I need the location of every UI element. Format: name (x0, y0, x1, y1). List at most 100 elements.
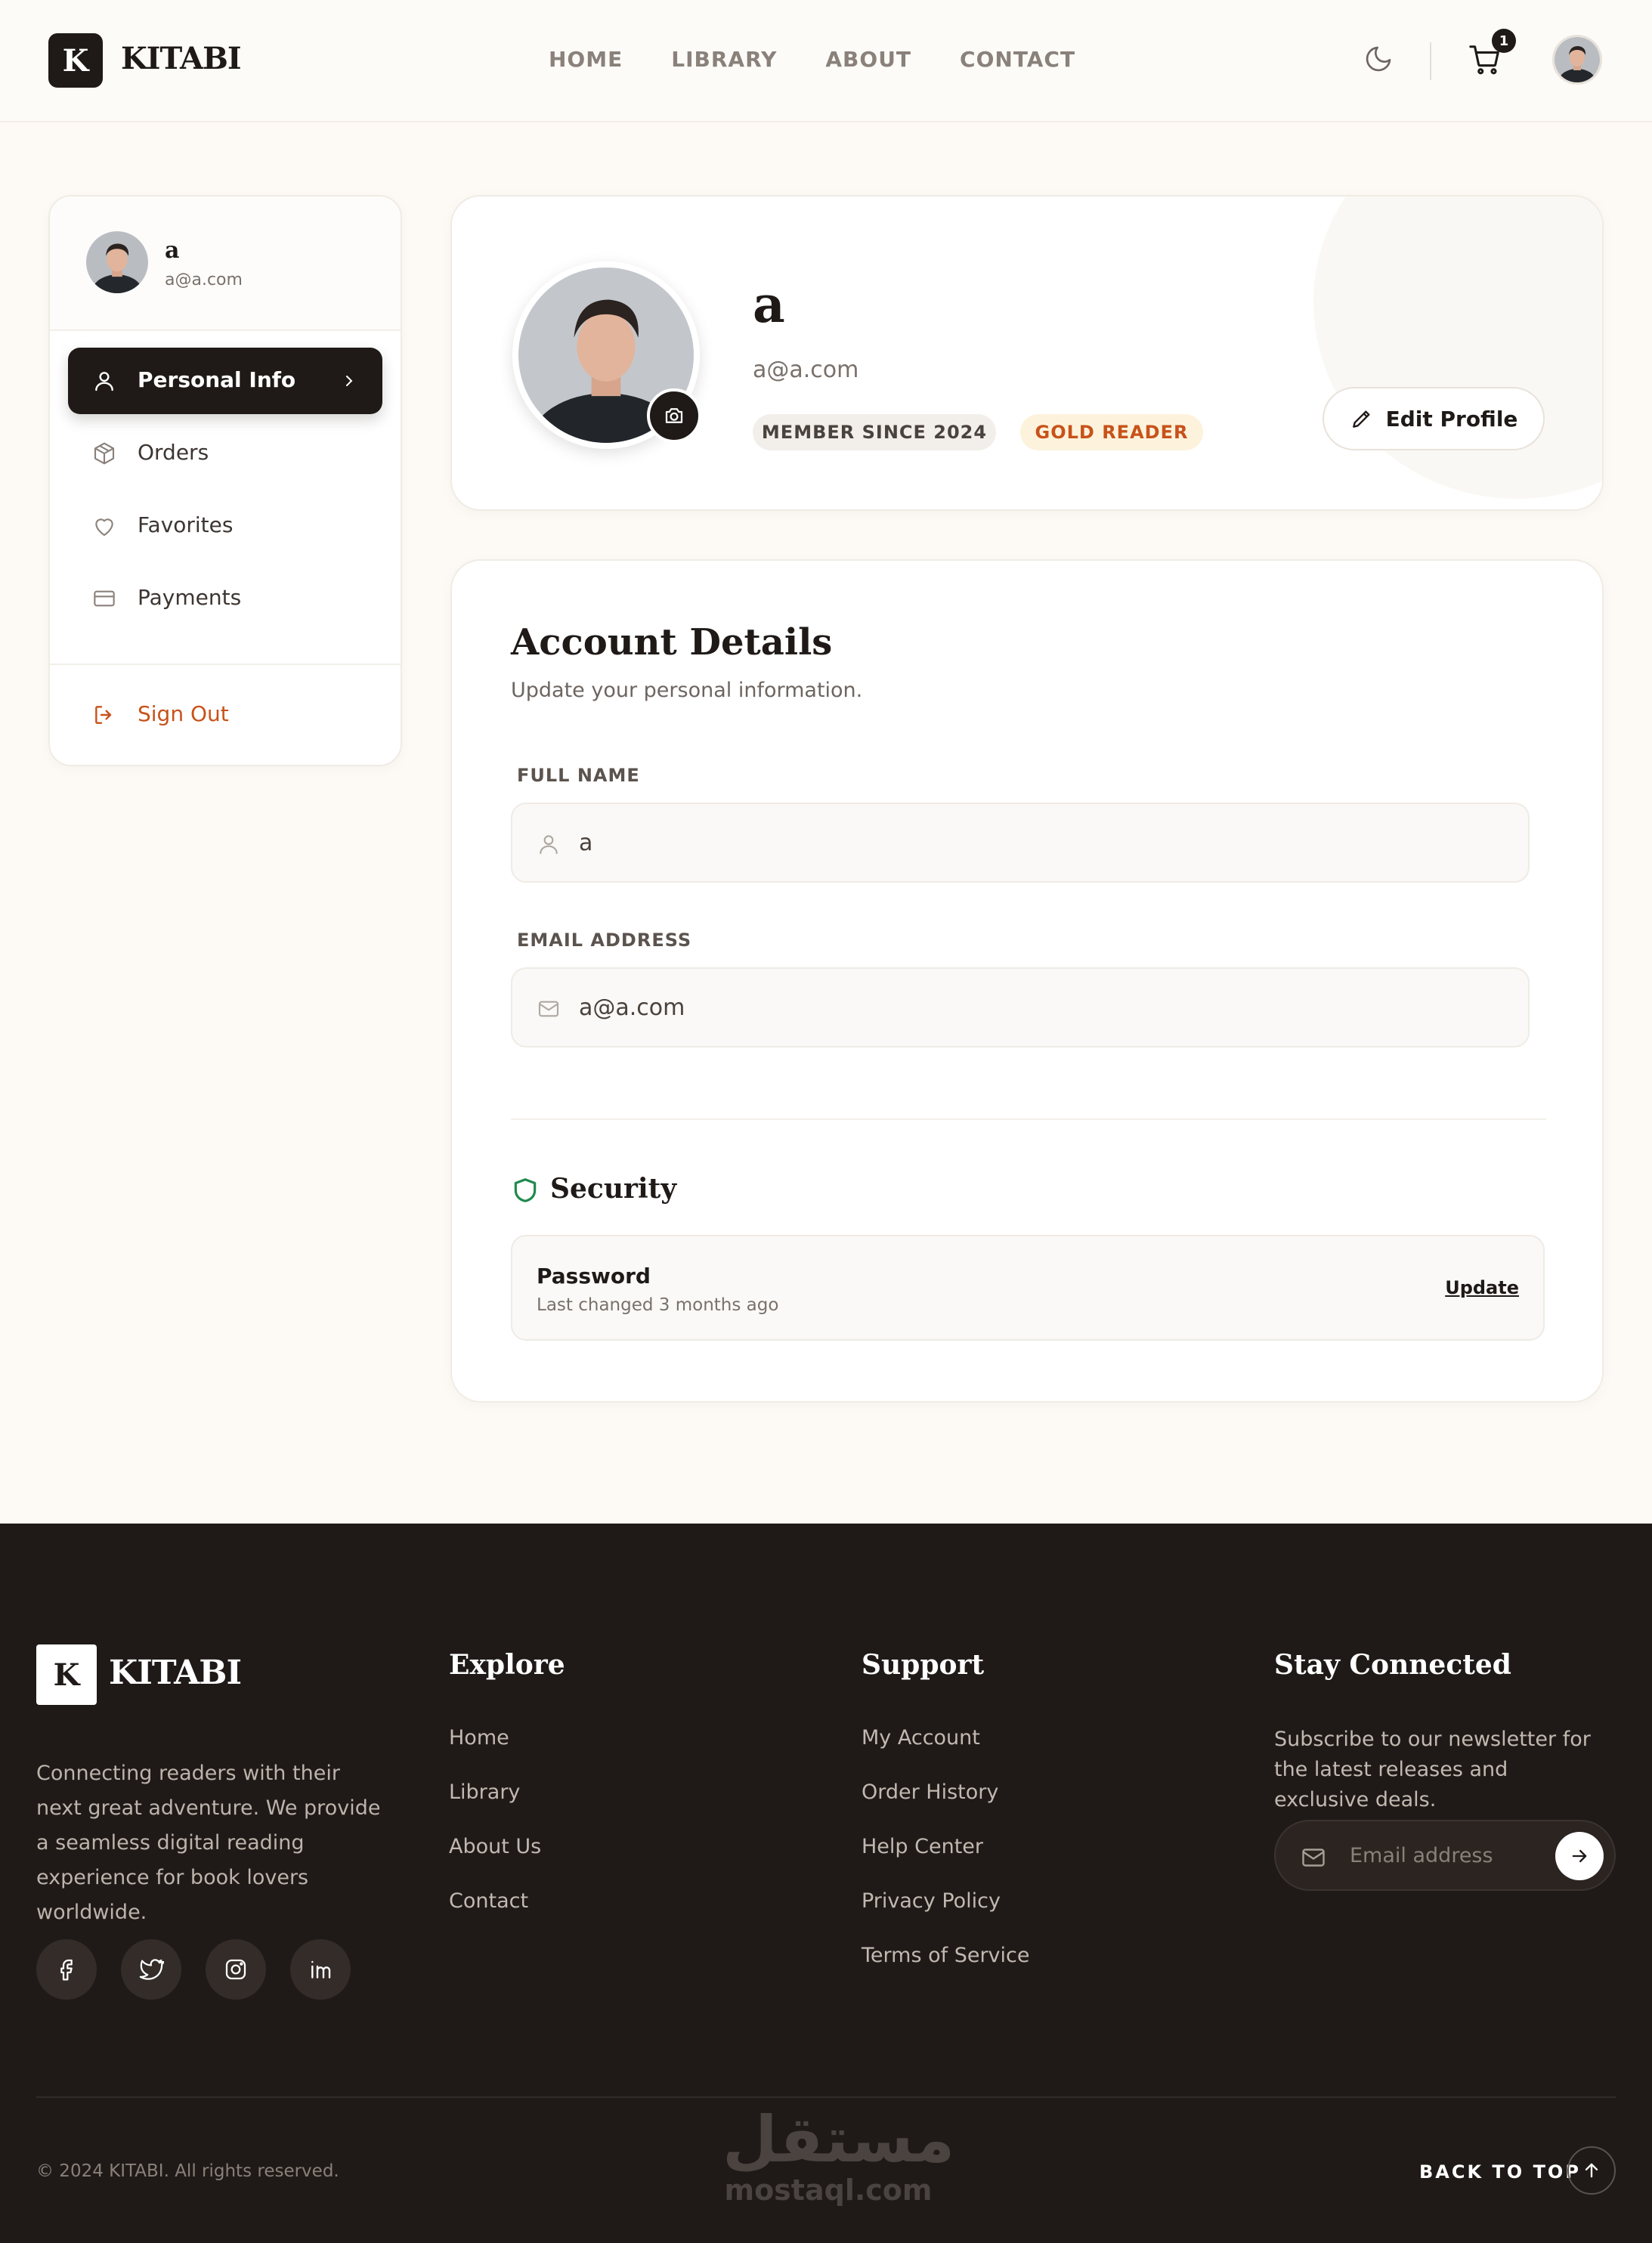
footer-logo-mark[interactable]: K (36, 1644, 97, 1705)
twitter-icon (139, 1959, 164, 1980)
footer-link-library[interactable]: Library (449, 1780, 520, 1804)
sidebar-avatar (86, 231, 148, 293)
sidebar-divider (50, 664, 401, 665)
arrow-right-icon (1572, 1849, 1587, 1863)
logout-icon (95, 706, 112, 724)
arrow-up-icon (1585, 2163, 1598, 2178)
password-title: Password (537, 1264, 651, 1289)
watermark-arabic: مستقل (722, 2102, 955, 2176)
user-icon (540, 835, 558, 855)
footer-link-terms[interactable]: Terms of Service (862, 1944, 1030, 1967)
sidebar-user-summary: a a@a.com (50, 196, 401, 331)
back-to-top-label[interactable]: BACK TO TOP (1419, 2161, 1581, 2183)
nav-contact[interactable]: CONTACT (960, 47, 1075, 72)
sidebar-user-name: a (165, 237, 180, 264)
newsletter-text: Subscribe to our newsletter for the late… (1274, 1728, 1591, 1811)
edit-profile-button[interactable]: Edit Profile (1323, 387, 1545, 450)
copyright-text: © 2024 KITABI. All rights reserved. (36, 2161, 339, 2181)
email-field[interactable]: a@a.com (511, 967, 1530, 1047)
logo-mark[interactable]: K (48, 33, 103, 88)
sidebar-item-payments[interactable]: Payments (68, 565, 382, 632)
header-divider (1430, 42, 1431, 80)
footer-divider (36, 2096, 1616, 2098)
account-details-title: Account Details (511, 621, 833, 664)
linkedin-button[interactable] (290, 1939, 351, 2000)
sidebar-item-orders[interactable]: Orders (68, 420, 382, 487)
instagram-button[interactable] (206, 1939, 266, 2000)
email-address-label: EMAIL ADDRESS (517, 930, 692, 951)
full-name-label: FULL NAME (517, 765, 640, 786)
edit-profile-label: Edit Profile (1385, 406, 1518, 432)
full-name-value: a (579, 830, 593, 856)
security-title: Security (550, 1173, 677, 1205)
newsletter-email-input[interactable]: Email address (1274, 1820, 1616, 1891)
chevron-right-icon (346, 376, 353, 386)
sidebar-item-label: Payments (138, 585, 242, 610)
email-value: a@a.com (579, 995, 685, 1021)
email-placeholder: Email address (1350, 1844, 1493, 1867)
sidebar-item-label: Favorites (138, 512, 234, 537)
footer-link-about[interactable]: About Us (449, 1835, 541, 1858)
linkedin-icon (311, 1960, 331, 1978)
tier-badge: GOLD READER (1020, 414, 1203, 450)
profile-email: a@a.com (753, 357, 859, 383)
footer-link-contact[interactable]: Contact (449, 1889, 528, 1913)
subscribe-button[interactable] (1555, 1832, 1604, 1880)
sign-out-label: Sign Out (138, 701, 229, 726)
pencil-icon (1352, 410, 1370, 428)
twitter-button[interactable] (121, 1939, 181, 2000)
facebook-icon (60, 1959, 73, 1981)
sidebar-user-email: a@a.com (165, 271, 243, 289)
footer-link-privacy[interactable]: Privacy Policy (862, 1889, 1001, 1913)
credit-card-icon (94, 590, 115, 607)
account-details-card: Account Details Update your personal inf… (450, 559, 1604, 1403)
footer-link-my-account[interactable]: My Account (862, 1726, 980, 1750)
logo-text[interactable]: KITABI (121, 41, 242, 76)
header-avatar[interactable] (1552, 35, 1602, 85)
footer-link-order-history[interactable]: Order History (862, 1780, 998, 1804)
sidebar-item-favorites[interactable]: Favorites (68, 493, 382, 559)
account-sidebar: a a@a.com Personal Info Orders Favorites… (48, 195, 402, 766)
account-details-subtitle: Update your personal information. (511, 679, 863, 702)
password-last-changed: Last changed 3 months ago (537, 1295, 779, 1315)
sign-out-button[interactable]: Sign Out (68, 682, 382, 748)
nav-library[interactable]: LIBRARY (671, 47, 777, 72)
profile-name: a (753, 275, 785, 334)
sidebar-item-label: Orders (138, 440, 209, 465)
full-name-field[interactable]: a (511, 803, 1530, 883)
watermark-url: mostaql.com (724, 2173, 933, 2207)
section-divider (511, 1118, 1546, 1120)
shield-icon (514, 1178, 537, 1202)
footer-logo-text[interactable]: KITABI (109, 1654, 242, 1692)
update-password-link[interactable]: Update (1445, 1277, 1519, 1298)
password-row: Password Last changed 3 months ago Updat… (511, 1235, 1545, 1341)
instagram-icon (225, 1959, 246, 1980)
mail-icon (538, 1001, 559, 1017)
cart-count-badge: 1 (1492, 29, 1516, 53)
sidebar-item-label: Personal Info (138, 367, 296, 392)
stay-connected-heading: Stay Connected (1274, 1649, 1511, 1681)
user-icon (95, 372, 113, 391)
member-since-badge: MEMBER SINCE 2024 (753, 414, 996, 450)
footer-link-help-center[interactable]: Help Center (862, 1835, 983, 1858)
watermark: مستقل mostaql.com (722, 2102, 955, 2207)
profile-card: a a@a.com MEMBER SINCE 2024 GOLD READER … (450, 195, 1604, 511)
support-heading: Support (862, 1649, 985, 1681)
footer-description: Connecting readers with their next great… (36, 1762, 381, 1924)
heart-icon (95, 518, 113, 537)
change-photo-button[interactable] (647, 388, 701, 443)
top-header: K KITABI HOME LIBRARY ABOUT CONTACT 1 (0, 0, 1652, 122)
moon-icon[interactable] (1363, 44, 1394, 74)
back-to-top-button[interactable] (1567, 2146, 1616, 2195)
sidebar-item-personal-info[interactable]: Personal Info (68, 348, 382, 414)
footer-link-home[interactable]: Home (449, 1726, 509, 1750)
camera-icon (665, 408, 683, 423)
nav-home[interactable]: HOME (549, 47, 623, 72)
nav-about[interactable]: ABOUT (825, 47, 911, 72)
main-nav: HOME LIBRARY ABOUT CONTACT (549, 47, 1124, 72)
decorative-circle (1313, 196, 1602, 499)
facebook-button[interactable] (36, 1939, 97, 2000)
mail-icon (1302, 1849, 1325, 1867)
site-footer: K KITABI Connecting readers with their n… (0, 1524, 1652, 2243)
box-icon (94, 442, 115, 465)
